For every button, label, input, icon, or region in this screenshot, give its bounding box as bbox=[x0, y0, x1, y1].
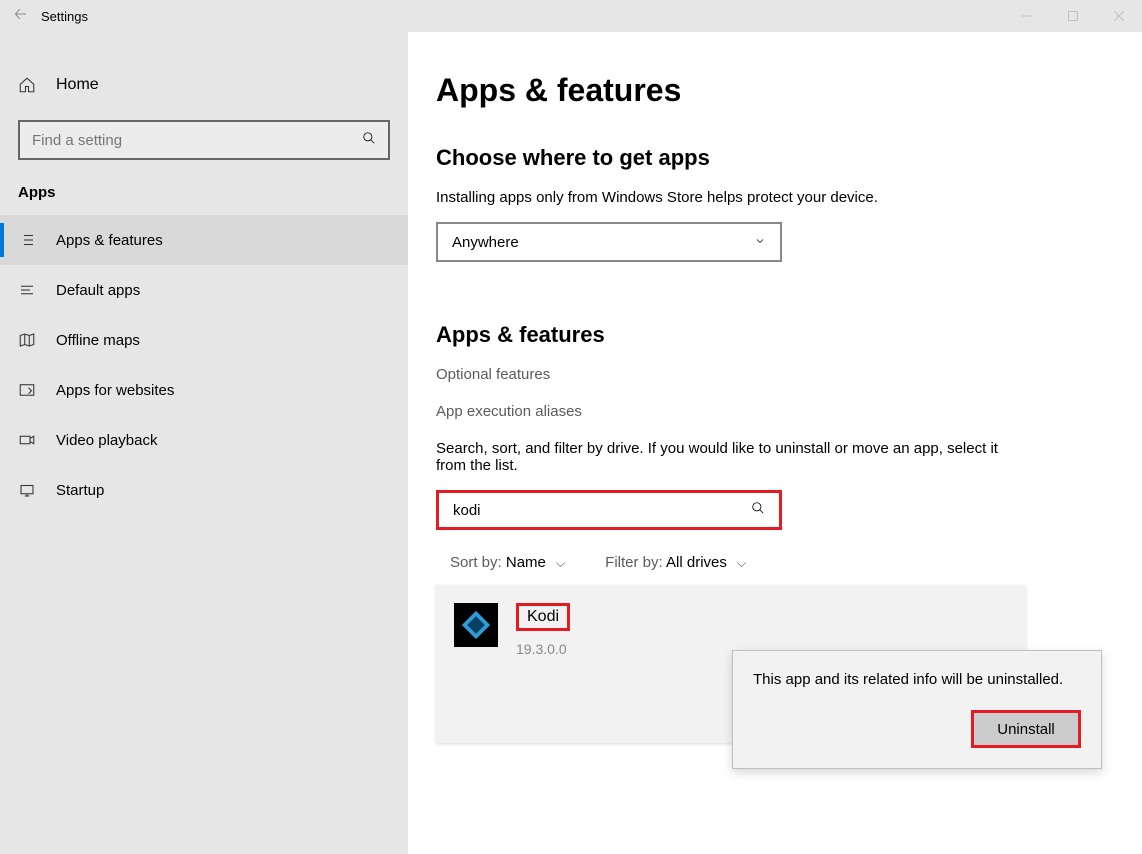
sort-filter-row: Sort by: Name ⌵ Filter by: All drives ⌵ bbox=[436, 554, 1142, 571]
nav-startup[interactable]: Startup bbox=[0, 465, 408, 515]
home-link[interactable]: Home bbox=[0, 64, 408, 106]
chevron-down-icon: ⌵ bbox=[737, 556, 746, 570]
search-help: Search, sort, and filter by drive. If yo… bbox=[436, 440, 1016, 474]
app-version: 19.3.0.0 bbox=[516, 641, 570, 657]
settings-search[interactable] bbox=[18, 120, 390, 160]
chevron-down-icon bbox=[754, 234, 766, 251]
search-icon bbox=[751, 501, 765, 519]
nav-label: Startup bbox=[56, 482, 104, 499]
app-aliases-link[interactable]: App execution aliases bbox=[436, 403, 1142, 420]
choose-apps-title: Choose where to get apps bbox=[436, 145, 1142, 171]
sort-by[interactable]: Sort by: Name ⌵ bbox=[450, 554, 565, 571]
back-icon[interactable]: 🡠 bbox=[14, 3, 27, 30]
titlebar: 🡠 Settings bbox=[0, 0, 1142, 32]
settings-search-input[interactable] bbox=[32, 132, 342, 149]
dropdown-value: Anywhere bbox=[452, 234, 519, 251]
nav-label: Video playback bbox=[56, 432, 157, 449]
main-pane: Apps & features Choose where to get apps… bbox=[408, 32, 1142, 854]
nav-apps-websites[interactable]: Apps for websites bbox=[0, 365, 408, 415]
section-label: Apps bbox=[0, 184, 408, 215]
home-label: Home bbox=[56, 76, 99, 94]
window-title: Settings bbox=[41, 9, 88, 24]
confirm-message: This app and its related info will be un… bbox=[753, 671, 1081, 688]
close-button[interactable] bbox=[1096, 0, 1142, 32]
nav-label: Offline maps bbox=[56, 332, 140, 349]
apps-features-title: Apps & features bbox=[436, 322, 1142, 348]
map-icon bbox=[18, 331, 36, 349]
choose-apps-help: Installing apps only from Windows Store … bbox=[436, 189, 1016, 206]
nav-label: Default apps bbox=[56, 282, 140, 299]
nav-offline-maps[interactable]: Offline maps bbox=[0, 315, 408, 365]
home-icon bbox=[18, 76, 36, 94]
confirm-uninstall-button[interactable]: Uninstall bbox=[971, 710, 1081, 748]
filter-by[interactable]: Filter by: All drives ⌵ bbox=[605, 554, 746, 571]
minimize-button[interactable] bbox=[1004, 0, 1050, 32]
app-search[interactable] bbox=[436, 490, 782, 530]
search-icon bbox=[362, 131, 376, 149]
filter-value: All drives bbox=[666, 554, 727, 571]
nav-label: Apps & features bbox=[56, 232, 163, 249]
app-source-dropdown[interactable]: Anywhere bbox=[436, 222, 782, 262]
sort-label: Sort by: bbox=[450, 554, 502, 571]
list-icon bbox=[18, 231, 36, 249]
nav-default-apps[interactable]: Default apps bbox=[0, 265, 408, 315]
startup-icon bbox=[18, 481, 36, 499]
maximize-button[interactable] bbox=[1050, 0, 1096, 32]
optional-features-link[interactable]: Optional features bbox=[436, 366, 1142, 383]
nav-label: Apps for websites bbox=[56, 382, 174, 399]
nav-video-playback[interactable]: Video playback bbox=[0, 415, 408, 465]
uninstall-confirm-popup: This app and its related info will be un… bbox=[732, 650, 1102, 769]
page-title: Apps & features bbox=[436, 72, 1142, 109]
app-icon bbox=[454, 603, 498, 647]
sort-value: Name bbox=[506, 554, 546, 571]
window-controls bbox=[1004, 0, 1142, 32]
app-search-input[interactable] bbox=[453, 502, 718, 519]
browser-icon bbox=[18, 381, 36, 399]
nav-apps-features[interactable]: Apps & features bbox=[0, 215, 408, 265]
app-name: Kodi bbox=[516, 603, 570, 631]
chevron-down-icon: ⌵ bbox=[556, 556, 565, 570]
filter-label: Filter by: bbox=[605, 554, 663, 571]
video-icon bbox=[18, 431, 36, 449]
defaults-icon bbox=[18, 281, 36, 299]
sidebar: Home Apps Apps & features Default apps bbox=[0, 32, 408, 854]
